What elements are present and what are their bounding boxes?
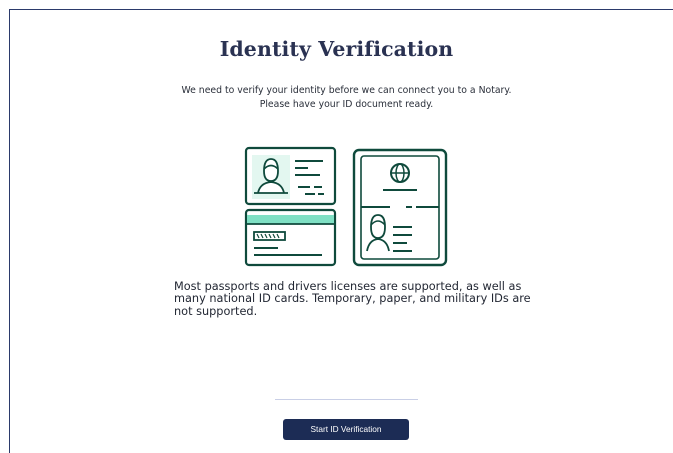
id-card-back-icon xyxy=(244,208,337,267)
intro-line-2: Please have your ID document ready. xyxy=(259,99,434,110)
id-documents-illustration xyxy=(240,143,450,269)
id-card-front-icon xyxy=(244,146,337,206)
start-id-verification-button[interactable]: Start ID Verification xyxy=(283,419,409,440)
intro-text: We need to verify your identity before w… xyxy=(0,84,673,112)
supported-ids-text: Most passports and drivers licenses are … xyxy=(174,280,531,318)
passport-icon xyxy=(352,148,448,267)
blank-input-line xyxy=(275,383,418,400)
page-title: Identity Verification xyxy=(219,37,454,61)
globe-icon xyxy=(390,163,410,183)
intro-line-1: We need to verify your identity before w… xyxy=(181,85,512,96)
